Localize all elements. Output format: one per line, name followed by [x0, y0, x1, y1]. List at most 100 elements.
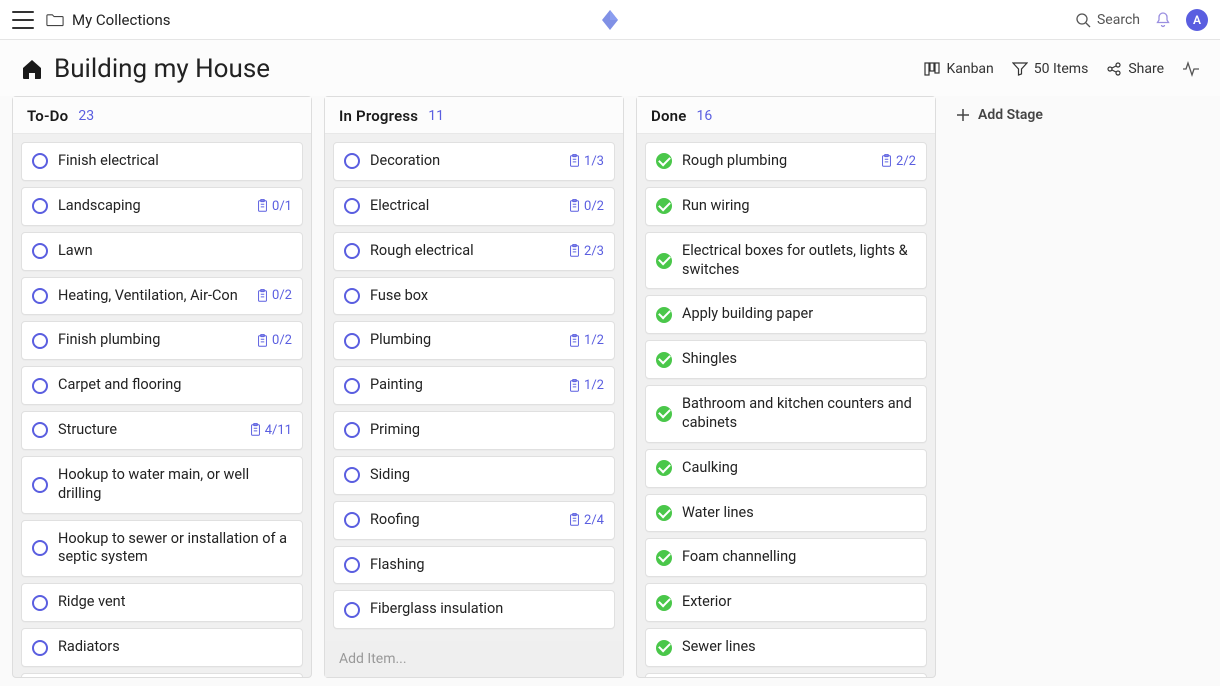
notifications-icon[interactable] [1154, 11, 1172, 29]
check-open-icon[interactable] [344, 602, 360, 618]
check-open-icon[interactable] [32, 333, 48, 349]
card[interactable]: Structure4/11 [21, 411, 303, 450]
card[interactable]: Fuse box [333, 277, 615, 316]
card-title: Fiberglass insulation [370, 600, 604, 619]
card[interactable]: Hookup to water main, or well drilling [21, 456, 303, 514]
check-done-icon[interactable] [656, 640, 672, 656]
card[interactable]: Finish electrical [21, 142, 303, 181]
card-list[interactable]: Rough plumbing2/2 Run wiring Electrical bo… [637, 134, 935, 677]
check-open-icon[interactable] [344, 378, 360, 394]
search-button[interactable]: Search [1075, 12, 1140, 28]
card[interactable]: Shingles [645, 340, 927, 379]
card[interactable]: Water lines [645, 494, 927, 533]
app-logo [601, 9, 619, 31]
check-open-icon[interactable] [344, 557, 360, 573]
card-title: Landscaping [58, 197, 246, 216]
card[interactable]: Insulation1/3 [21, 673, 303, 677]
check-open-icon[interactable] [32, 288, 48, 304]
subtask-count: 1/2 [584, 378, 604, 393]
card-title: Sewer lines [682, 638, 916, 657]
card-title: Lawn [58, 242, 292, 261]
card[interactable]: Decoration1/3 [333, 142, 615, 181]
card[interactable]: Rough electrical2/3 [333, 232, 615, 271]
check-open-icon[interactable] [344, 512, 360, 528]
add-stage-button[interactable]: Add Stage [948, 96, 1051, 134]
card-list[interactable]: Finish electrical Landscaping 0/1 Lawn Heati… [13, 134, 311, 677]
kanban-board: To-Do23Finish electricalLandscaping0/1La… [0, 96, 1220, 686]
card[interactable]: Hookup to sewer or installation of a sep… [21, 520, 303, 578]
card[interactable]: Radiators [21, 628, 303, 667]
card[interactable]: Sewer lines [645, 628, 927, 667]
check-done-icon[interactable] [656, 352, 672, 368]
check-open-icon[interactable] [344, 467, 360, 483]
check-done-icon[interactable] [656, 406, 672, 422]
check-open-icon[interactable] [344, 243, 360, 259]
card[interactable]: Finish plumbing0/2 [21, 321, 303, 360]
card[interactable]: Priming [333, 411, 615, 450]
card-title: Priming [370, 421, 604, 440]
share-button[interactable]: Share [1106, 61, 1164, 77]
check-open-icon[interactable] [344, 198, 360, 214]
check-open-icon[interactable] [32, 477, 48, 493]
card[interactable]: Run wiring [645, 187, 927, 226]
card[interactable]: Fiberglass insulation [333, 590, 615, 629]
card[interactable]: Siding [333, 456, 615, 495]
card[interactable]: Plumbing1/2 [333, 321, 615, 360]
card[interactable]: Electrical boxes for outlets, lights & s… [645, 232, 927, 290]
card[interactable]: Rough plumbing2/2 [645, 142, 927, 181]
card[interactable]: Apply building paper [645, 295, 927, 334]
column-header[interactable]: Done16 [637, 97, 935, 134]
avatar[interactable]: A [1186, 9, 1208, 31]
check-open-icon[interactable] [344, 153, 360, 169]
card[interactable]: Bathroom and kitchen counters and cabine… [645, 385, 927, 443]
activity-icon[interactable] [1182, 60, 1200, 78]
check-done-icon[interactable] [656, 550, 672, 566]
check-done-icon[interactable] [656, 253, 672, 269]
breadcrumb[interactable]: My Collections [72, 11, 170, 29]
check-done-icon[interactable] [656, 198, 672, 214]
check-done-icon[interactable] [656, 460, 672, 476]
card[interactable]: Remove hardware [645, 673, 927, 677]
subtask-count: 0/1 [272, 199, 292, 214]
check-done-icon[interactable] [656, 595, 672, 611]
card[interactable]: Exterior [645, 583, 927, 622]
column-header[interactable]: To-Do23 [13, 97, 311, 134]
card[interactable]: Flashing [333, 546, 615, 585]
check-open-icon[interactable] [32, 540, 48, 556]
subtask-badge: 0/1 [256, 199, 292, 214]
column-header[interactable]: In Progress11 [325, 97, 623, 134]
filter-items-button[interactable]: 50 Items [1012, 61, 1089, 77]
card[interactable]: Ridge vent [21, 583, 303, 622]
check-open-icon[interactable] [32, 378, 48, 394]
check-open-icon[interactable] [32, 422, 48, 438]
check-done-icon[interactable] [656, 153, 672, 169]
card-list[interactable]: Decoration1/3 Electrical0/2 Rough electric… [325, 134, 623, 641]
view-kanban-button[interactable]: Kanban [924, 61, 993, 77]
card[interactable]: Heating, Ventilation, Air-Con0/2 [21, 277, 303, 316]
check-open-icon[interactable] [32, 640, 48, 656]
card[interactable]: Lawn [21, 232, 303, 271]
card-title: Shingles [682, 350, 916, 369]
card[interactable]: Painting1/2 [333, 366, 615, 405]
card[interactable]: Roofing2/4 [333, 501, 615, 540]
card[interactable]: Caulking [645, 449, 927, 488]
card-title: Radiators [58, 638, 292, 657]
menu-icon[interactable] [12, 11, 34, 29]
add-item-input[interactable]: Add Item... [325, 641, 623, 677]
subtask-count: 1/3 [584, 154, 604, 169]
check-open-icon[interactable] [344, 333, 360, 349]
check-done-icon[interactable] [656, 307, 672, 323]
check-done-icon[interactable] [656, 505, 672, 521]
check-open-icon[interactable] [32, 595, 48, 611]
check-open-icon[interactable] [32, 153, 48, 169]
card[interactable]: Electrical0/2 [333, 187, 615, 226]
card[interactable]: Carpet and flooring [21, 366, 303, 405]
check-open-icon[interactable] [344, 422, 360, 438]
kanban-label: Kanban [946, 61, 993, 77]
card[interactable]: Landscaping 0/1 [21, 187, 303, 226]
check-open-icon[interactable] [32, 243, 48, 259]
card-title: Plumbing [370, 331, 558, 350]
check-open-icon[interactable] [32, 198, 48, 214]
check-open-icon[interactable] [344, 288, 360, 304]
card[interactable]: Foam channelling [645, 538, 927, 577]
